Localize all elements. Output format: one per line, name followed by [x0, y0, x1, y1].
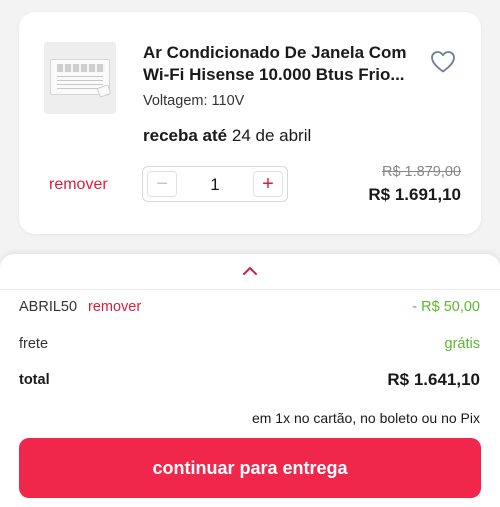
- continue-to-delivery-button[interactable]: continuar para entrega: [19, 438, 481, 498]
- delivery-prefix: receba até: [143, 126, 228, 145]
- decrease-quantity-button[interactable]: −: [147, 171, 177, 197]
- product-title[interactable]: Ar Condicionado De Janela Com Wi-Fi Hise…: [143, 42, 423, 86]
- remove-item-button[interactable]: remover: [49, 176, 108, 194]
- summary-divider: [0, 289, 500, 290]
- chevron-up-icon[interactable]: [240, 264, 260, 278]
- total-value: R$ 1.641,10: [387, 370, 480, 389]
- product-title-line-1: Ar Condicionado De Janela Com: [143, 43, 407, 62]
- quantity-value[interactable]: 1: [183, 175, 247, 195]
- order-summary-panel: ABRIL50 remover - R$ 50,00 frete grátis …: [0, 254, 500, 507]
- total-label: total: [19, 372, 50, 388]
- heart-outline-icon[interactable]: [430, 50, 456, 74]
- shipping-label: frete: [19, 336, 49, 352]
- product-title-line-2: Wi-Fi Hisense 10.000 Btus Frio...: [143, 65, 405, 84]
- product-thumbnail[interactable]: [44, 42, 116, 114]
- coupon-code: ABRIL50: [19, 299, 78, 315]
- coupon-discount-value: - R$ 50,00: [412, 299, 480, 315]
- delivery-estimate: receba até 24 de abril: [143, 126, 311, 146]
- current-price: R$ 1.691,10: [368, 185, 461, 204]
- remove-coupon-button[interactable]: remover: [88, 299, 141, 315]
- cart-item-card: Ar Condicionado De Janela Com Wi-Fi Hise…: [19, 12, 481, 234]
- original-price: R$ 1.879,00: [381, 164, 461, 180]
- voltage-label: Voltagem: 110V: [143, 93, 245, 109]
- delivery-date: 24 de abril: [231, 126, 312, 145]
- quantity-stepper: − 1 +: [142, 166, 288, 202]
- shipping-value: grátis: [444, 336, 480, 352]
- increase-quantity-button[interactable]: +: [253, 171, 283, 197]
- payment-note: em 1x no cartão, no boleto ou no Pix: [251, 410, 480, 426]
